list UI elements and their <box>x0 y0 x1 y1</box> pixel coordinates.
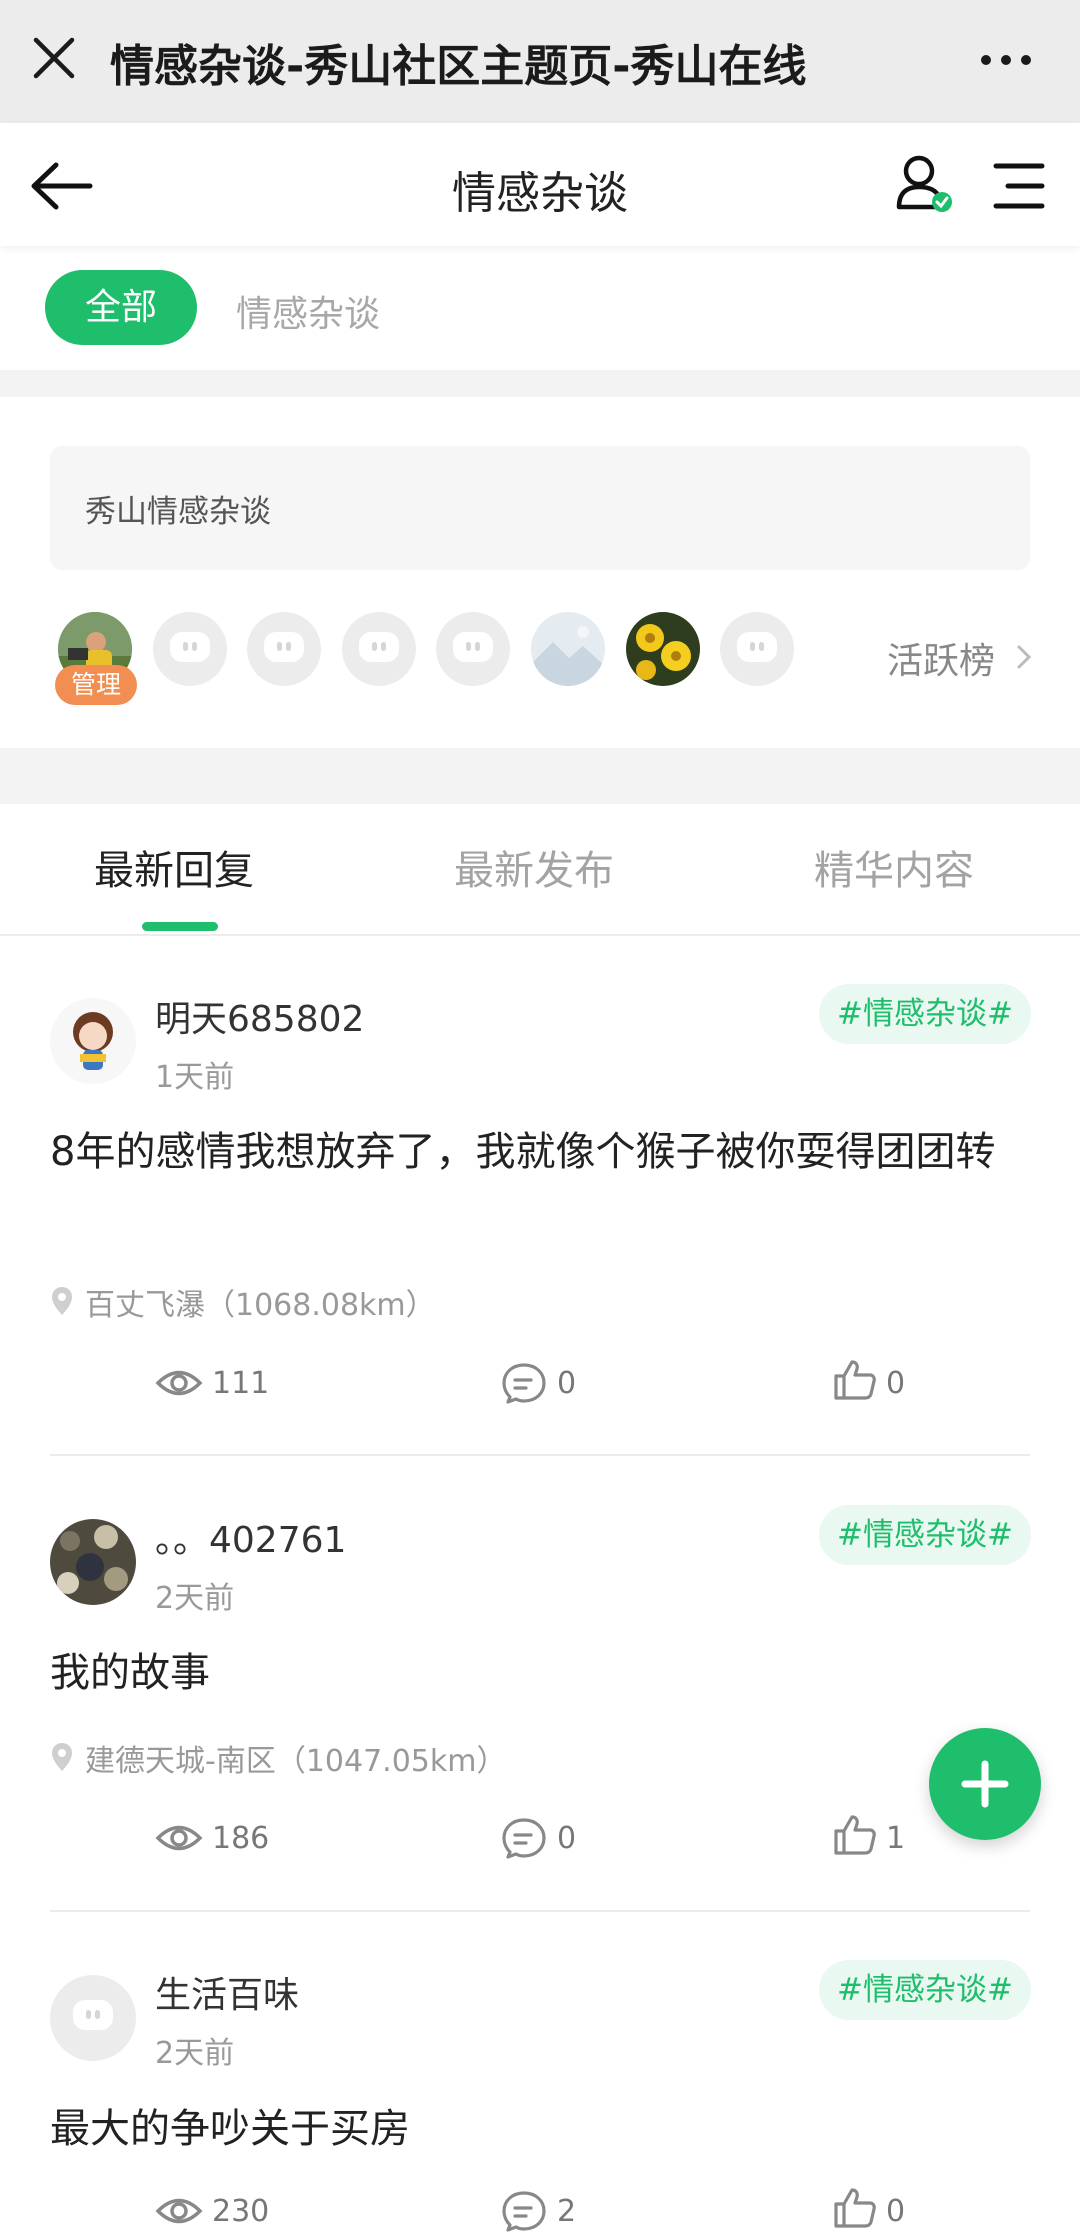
thumbs-up-icon[interactable] <box>832 1358 880 1400</box>
tab-latest-reply[interactable]: 最新回复 <box>94 838 254 896</box>
post-time: 1天前 <box>155 1060 235 1095</box>
author-avatar[interactable] <box>50 1975 136 2061</box>
author-name[interactable]: 明天685802 <box>155 990 364 1042</box>
chevron-right-icon[interactable] <box>1016 644 1032 670</box>
new-post-button[interactable] <box>929 1728 1041 1840</box>
views-count: 230 <box>212 2194 270 2229</box>
topic-intro-box: 秀山情感杂谈 <box>50 446 1030 570</box>
admin-badge: 管理 <box>55 665 137 705</box>
member-avatar[interactable] <box>342 612 416 686</box>
post-separator <box>50 1454 1030 1456</box>
active-rank-link[interactable]: 活跃榜 <box>887 632 995 684</box>
comment-icon[interactable] <box>500 1362 548 1404</box>
post-location: 百丈飞瀑（1068.08km） <box>85 1288 436 1323</box>
section-divider <box>0 748 1080 804</box>
tab-featured[interactable]: 精华内容 <box>814 838 974 896</box>
plus-icon <box>961 1760 1009 1808</box>
post-title[interactable]: 我的故事 <box>50 1641 1040 1705</box>
close-icon[interactable] <box>32 36 76 80</box>
author-avatar[interactable] <box>50 998 136 1084</box>
post-title[interactable]: 8年的感情我想放弃了，我就像个猴子被你耍得团团转 <box>50 1120 1040 1184</box>
comments-count: 2 <box>557 2194 577 2229</box>
active-tab-indicator <box>142 922 218 931</box>
app-header: 情感杂谈 <box>0 123 1080 246</box>
post-location: 建德天城-南区（1047.05km） <box>85 1744 507 1779</box>
thumbs-up-icon[interactable] <box>832 2186 880 2228</box>
member-avatar[interactable] <box>436 612 510 686</box>
post-separator <box>50 1910 1030 1912</box>
views-eye-icon <box>155 1370 203 1396</box>
member-avatar[interactable] <box>153 612 227 686</box>
comments-count: 0 <box>557 1821 577 1856</box>
post-title[interactable]: 最大的争吵关于买房 <box>50 2097 1040 2161</box>
likes-count: 0 <box>886 1366 906 1401</box>
author-avatar[interactable] <box>50 1519 136 1605</box>
post-time: 2天前 <box>155 1581 235 1616</box>
views-eye-icon <box>155 1825 203 1851</box>
user-profile-icon[interactable] <box>895 153 955 217</box>
member-avatar[interactable] <box>626 612 700 686</box>
tab-divider <box>0 934 1080 936</box>
post-tag[interactable]: #情感杂谈# <box>819 1960 1031 2020</box>
member-avatar[interactable] <box>720 612 794 686</box>
post-tag[interactable]: #情感杂谈# <box>819 984 1031 1044</box>
thumbs-up-icon[interactable] <box>832 1813 880 1855</box>
likes-count: 0 <box>886 2194 906 2229</box>
section-divider <box>0 370 1080 397</box>
browser-title: 情感杂谈-秀山社区主题页-秀山在线 <box>110 41 807 92</box>
location-pin-icon <box>52 1743 72 1771</box>
more-options-icon[interactable] <box>976 40 1036 80</box>
post-tag[interactable]: #情感杂谈# <box>819 1505 1031 1565</box>
tab-latest-post[interactable]: 最新发布 <box>454 838 614 896</box>
browser-title-bar: 情感杂谈-秀山社区主题页-秀山在线 <box>0 0 1080 123</box>
post-time: 2天前 <box>155 2036 235 2071</box>
chip-all[interactable]: 全部 <box>45 270 197 345</box>
landscape-photo <box>531 612 605 686</box>
location-pin-icon <box>52 1287 72 1315</box>
views-count: 186 <box>212 1821 270 1856</box>
comments-count: 0 <box>557 1366 577 1401</box>
member-avatar[interactable] <box>247 612 321 686</box>
author-name[interactable]: 生活百味 <box>155 1966 299 2018</box>
topic-intro-text: 秀山情感杂谈 <box>85 494 271 530</box>
cartoon-girl-avatar <box>50 998 136 1084</box>
comment-icon[interactable] <box>500 1817 548 1859</box>
views-count: 111 <box>212 1366 270 1401</box>
member-avatar[interactable] <box>531 612 605 686</box>
chip-category[interactable]: 情感杂谈 <box>236 285 380 337</box>
author-name[interactable]: 。。402761 <box>155 1511 346 1563</box>
textured-photo-avatar <box>50 1519 136 1605</box>
likes-count: 1 <box>886 1821 906 1856</box>
menu-icon[interactable] <box>990 161 1046 211</box>
flower-photo <box>626 612 700 686</box>
